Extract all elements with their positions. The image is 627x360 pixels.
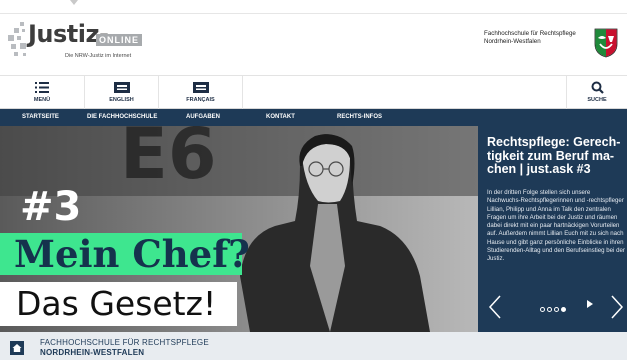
main-navigation: MENÜ ENGLISH FRANÇAIS SUCHE	[0, 76, 627, 109]
logo-tagline: Die NRW-Justiz im Internet	[65, 53, 132, 59]
flag-box-icon	[113, 82, 130, 93]
search-icon	[591, 81, 604, 94]
slide-dot[interactable]	[554, 307, 559, 313]
slide-description: In der dritten Folge stellen sich unsere…	[487, 189, 625, 263]
episode-number: #3	[20, 184, 82, 230]
language-english-button[interactable]: ENGLISH	[85, 76, 159, 109]
menu-item-startseite[interactable]: STARTSEITE	[22, 109, 59, 126]
menu-list-icon	[35, 82, 49, 93]
slide-dot-active[interactable]	[561, 307, 566, 313]
nrw-coat-of-arms-icon	[594, 28, 618, 58]
chevron-left-icon[interactable]	[486, 294, 504, 320]
caret-down-icon	[70, 0, 78, 5]
breadcrumb-bar: FACHHOCHSCHULE FÜR RECHTSPFLEGE NORDRHEI…	[0, 332, 627, 360]
search-button[interactable]: SUCHE	[566, 76, 627, 109]
justiz-online-logo[interactable]: Justiz- ONLINE Die NRW-Justiz im Interne…	[8, 20, 143, 68]
menu-item-aufgaben[interactable]: AUFGABEN	[186, 109, 220, 126]
home-icon[interactable]	[10, 341, 24, 355]
chevron-right-icon[interactable]	[608, 294, 626, 320]
hero-slogan-line1: Mein Chef?	[14, 232, 250, 276]
slide-dot[interactable]	[540, 307, 545, 313]
breadcrumb-line1: FACHHOCHSCHULE FÜR RECHTSPFLEGE	[40, 338, 209, 347]
flag-box-icon	[192, 82, 209, 93]
slide-title[interactable]: Rechtspflege: Gerech-tigkeit zum Beruf m…	[487, 135, 621, 177]
institution-name: Fachhochschule für Rechtspflege Nordrhei…	[484, 30, 576, 45]
breadcrumb-line2: NORDRHEIN-WESTFALEN	[40, 348, 145, 357]
hero-slogan-line2: Das Gesetz!	[16, 284, 217, 323]
site-header: Justiz- ONLINE Die NRW-Justiz im Interne…	[0, 14, 627, 76]
slide-indicators	[540, 301, 568, 313]
menu-item-kontakt[interactable]: KONTAKT	[266, 109, 295, 126]
logo-online-badge: ONLINE	[96, 34, 143, 46]
slide-dot[interactable]	[547, 307, 552, 313]
menu-button[interactable]: MENÜ	[0, 76, 85, 109]
menu-item-rechts-infos[interactable]: RECHTS-INFOS	[337, 109, 382, 126]
top-strip	[0, 0, 627, 14]
menu-item-die-fachhochschule[interactable]: DIE FACHHOCHSCHULE	[87, 109, 157, 126]
slide-teaser-panel: Rechtspflege: Gerech-tigkeit zum Beruf m…	[478, 126, 627, 332]
top-menu-bar: STARTSEITE DIE FACHHOCHSCHULE AUFGABEN K…	[0, 109, 627, 126]
play-icon[interactable]	[587, 300, 593, 308]
hero-slide-image[interactable]: E6 #3 Mein Chef? Das Gesetz!	[0, 126, 478, 332]
language-french-button[interactable]: FRANÇAIS	[159, 76, 243, 109]
svg-text:E6: E6	[120, 126, 217, 195]
